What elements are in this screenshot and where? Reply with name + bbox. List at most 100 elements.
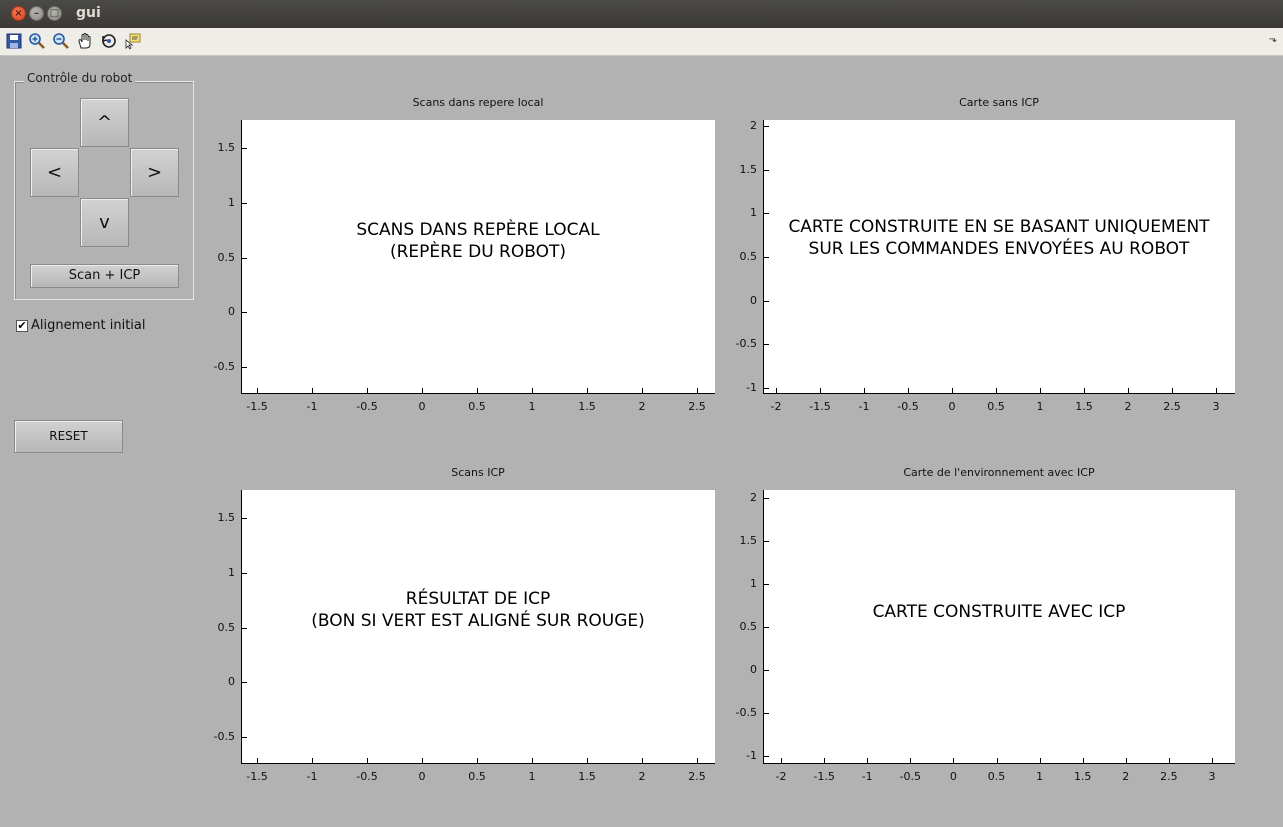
- y-tick-label: 2: [750, 119, 757, 132]
- x-tick-label: 0: [949, 770, 957, 783]
- axes-title: Scans ICP: [451, 466, 505, 479]
- save-icon[interactable]: [5, 32, 23, 50]
- x-tick-mark: [1216, 388, 1217, 393]
- x-tick-label: -1.5: [246, 770, 268, 783]
- figure-toolbar: ⬎: [0, 28, 1283, 56]
- x-tick-label: 2.5: [1163, 400, 1181, 413]
- y-tick-label: -0.5: [735, 706, 757, 719]
- zoom-out-icon[interactable]: [52, 32, 70, 50]
- y-tick-mark: [242, 518, 247, 519]
- x-tick-label: 1.5: [578, 770, 596, 783]
- x-tick-mark: [1169, 758, 1170, 763]
- x-tick-mark: [477, 388, 478, 393]
- annotation-line: SUR LES COMMANDES ENVOYÉES AU ROBOT: [808, 239, 1190, 259]
- x-tick-mark: [910, 758, 911, 763]
- move-down-button[interactable]: v: [80, 198, 129, 247]
- y-tick-label: 1: [750, 577, 757, 590]
- data-cursor-icon[interactable]: [124, 32, 142, 50]
- y-tick-label: -0.5: [735, 337, 757, 351]
- y-tick-mark: [242, 367, 247, 368]
- axes-annotation: CARTE CONSTRUITE EN SE BASANT UNIQUEMENT…: [763, 216, 1235, 260]
- x-tick-mark: [867, 758, 868, 763]
- minimize-window-button[interactable]: –: [29, 6, 44, 21]
- x-tick-mark: [477, 758, 478, 763]
- y-tick-label: 1: [750, 206, 757, 220]
- x-tick-label: -2: [770, 400, 782, 413]
- x-tick-mark: [864, 388, 865, 393]
- x-axis-line: [763, 763, 1235, 764]
- y-tick-mark: [764, 301, 769, 302]
- x-tick-mark: [952, 388, 953, 393]
- toolbar-overflow-icon[interactable]: ⬎: [1269, 34, 1277, 45]
- y-tick-label: 0.5: [739, 620, 758, 633]
- move-up-button[interactable]: ^: [80, 98, 129, 147]
- y-tick-mark: [764, 670, 769, 671]
- close-window-button[interactable]: ×: [11, 6, 26, 21]
- x-tick-label: -1.5: [809, 400, 831, 413]
- x-tick-mark: [996, 388, 997, 393]
- annotation-line: CARTE CONSTRUITE EN SE BASANT UNIQUEMENT: [788, 217, 1210, 237]
- y-tick-label: 1: [228, 565, 235, 579]
- y-tick-mark: [242, 628, 247, 629]
- x-tick-mark: [824, 758, 825, 763]
- x-tick-label: 2: [638, 400, 646, 413]
- y-tick-mark: [242, 737, 247, 738]
- maximize-window-button[interactable]: □: [47, 6, 62, 21]
- x-tick-mark: [1040, 388, 1041, 393]
- x-tick-label: 2: [1122, 770, 1130, 783]
- x-tick-label: 2.5: [688, 400, 706, 413]
- axes-title: Carte de l'environnement avec ICP: [903, 466, 1095, 479]
- rotate-3d-icon[interactable]: [100, 32, 118, 50]
- x-tick-label: 0.5: [987, 770, 1006, 783]
- axes-annotation: RÉSULTAT DE ICP (BON SI VERT EST ALIGNÉ S…: [241, 588, 715, 632]
- y-tick-mark: [242, 573, 247, 574]
- x-tick-mark: [642, 388, 643, 393]
- x-tick-label: 1.5: [578, 400, 596, 413]
- annotation-line: (REPÈRE DU ROBOT): [389, 242, 567, 262]
- pan-hand-icon[interactable]: [76, 32, 94, 50]
- x-tick-mark: [697, 758, 698, 763]
- plot-area-4[interactable]: [763, 490, 1235, 763]
- y-tick-label: 1.5: [739, 534, 758, 547]
- axes-annotation: SCANS DANS REPÈRE LOCAL (REPÈRE DU ROBOT): [241, 219, 715, 263]
- x-tick-mark: [532, 758, 533, 763]
- x-tick-label: -0.5: [356, 400, 378, 413]
- move-left-button[interactable]: <: [30, 148, 79, 197]
- x-tick-label: 1: [528, 770, 536, 783]
- reset-button[interactable]: RESET: [14, 420, 123, 453]
- zoom-in-icon[interactable]: [28, 32, 46, 50]
- x-axis-line: [241, 393, 715, 394]
- x-tick-label: 0.5: [987, 400, 1005, 413]
- y-tick-mark: [764, 213, 769, 214]
- x-tick-mark: [642, 758, 643, 763]
- x-tick-label: -1: [306, 770, 318, 783]
- x-tick-label: -1.5: [813, 770, 835, 783]
- x-tick-label: 1: [528, 400, 536, 413]
- x-tick-mark: [1126, 758, 1127, 763]
- y-tick-label: 0.5: [739, 250, 758, 263]
- x-tick-mark: [953, 758, 954, 763]
- y-tick-label: 1: [228, 195, 235, 209]
- move-right-button[interactable]: >: [130, 148, 179, 197]
- initial-alignment-checkbox[interactable]: ✔: [16, 320, 28, 332]
- y-tick-mark: [764, 756, 769, 757]
- y-tick-label: 0: [750, 293, 757, 307]
- x-tick-mark: [312, 758, 313, 763]
- annotation-line: CARTE CONSTRUITE AVEC ICP: [872, 602, 1126, 622]
- axes-title: Scans dans repere local: [412, 96, 544, 109]
- x-axis-line: [241, 763, 715, 764]
- scan-icp-button[interactable]: Scan + ICP: [30, 264, 179, 288]
- y-tick-mark: [242, 312, 247, 313]
- x-tick-mark: [997, 758, 998, 763]
- x-tick-mark: [697, 388, 698, 393]
- x-tick-mark: [257, 758, 258, 763]
- x-tick-mark: [908, 388, 909, 393]
- x-tick-label: -0.5: [899, 770, 922, 783]
- y-tick-label: 0: [750, 663, 757, 676]
- x-tick-mark: [367, 758, 368, 763]
- x-tick-label: 1: [1036, 400, 1044, 413]
- y-tick-mark: [242, 148, 247, 149]
- y-tick-label: 1.5: [739, 162, 758, 176]
- x-tick-label: 2: [638, 770, 646, 783]
- x-tick-label: -0.5: [897, 400, 919, 413]
